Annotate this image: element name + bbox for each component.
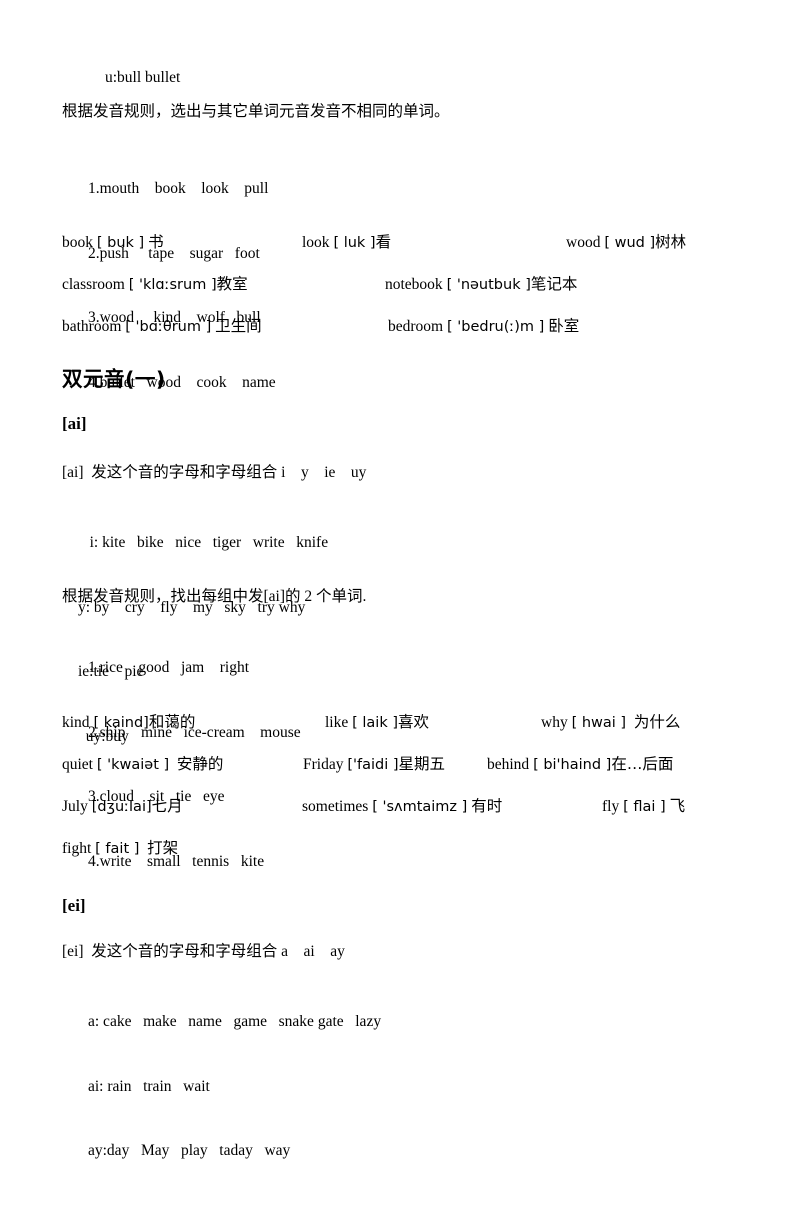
vocab-gloss: 为什么 xyxy=(633,713,681,731)
vocab-entry: kind [ kaind]和蔼的 xyxy=(62,710,195,732)
vocab-gloss: 书 xyxy=(148,233,164,251)
vocab-gloss: 在…后面 xyxy=(611,755,674,773)
vocab-word: bathroom xyxy=(62,318,122,335)
vocab-gloss: 飞 xyxy=(669,797,686,815)
vocab-gloss: 喜欢 xyxy=(398,713,430,731)
vocab-ipa: [ 'bɑːθrum ] xyxy=(125,319,212,335)
letter-example-line: i: kite bike nice tiger write knife xyxy=(78,534,329,551)
vocab-word: Friday xyxy=(303,756,344,773)
vocab-entry: July [dʒuːlai]七月 xyxy=(62,794,183,816)
vocab-ipa: [ 'bedru(ː)m ] xyxy=(446,319,545,335)
vocab-ipa: [ hwai ] xyxy=(571,715,627,731)
vocab-word: behind xyxy=(487,756,530,773)
vocab-ipa: ['faidi ] xyxy=(347,757,399,773)
heading-ai: [ai] xyxy=(62,414,87,433)
vocab-ipa: [ fait ] xyxy=(95,841,140,857)
vocab-entry: quiet [ 'kwaiət ] 安静的 xyxy=(62,752,223,774)
vocab-gloss: 卫生间 xyxy=(215,317,262,335)
vocab-word: look xyxy=(302,234,330,251)
section-title-diphthong: 双元音(一) xyxy=(62,367,166,391)
vocab-gloss: 树林 xyxy=(655,233,687,251)
vocab-entry: wood [ wud ]树林 xyxy=(566,230,686,252)
vocab-ipa: [ 'kwaiət ] xyxy=(96,757,170,773)
vocab-gloss: 打架 xyxy=(147,839,179,857)
vocab-word: wood xyxy=(566,234,601,251)
vocab-ipa: [ laik ] xyxy=(352,715,398,731)
vocab-ipa: [ buk ] xyxy=(96,235,145,251)
letter-example-line: ay:day May play taday way xyxy=(88,1142,291,1159)
vocab-entry: fly [ flai ] 飞 xyxy=(602,794,685,816)
vocab-entry: like [ laik ]喜欢 xyxy=(325,710,429,732)
vocab-ipa: [ 'sʌmtaimz ] xyxy=(372,799,468,815)
vocab-word: kind xyxy=(62,714,90,731)
vocab-gloss: 笔记本 xyxy=(530,275,578,293)
vocab-entry: notebook [ 'nəutbuk ]笔记本 xyxy=(385,272,577,294)
vocab-gloss: 星期五 xyxy=(398,755,446,773)
vocab-word: July xyxy=(62,798,88,815)
vocab-ipa: [ bi'haind ] xyxy=(533,757,612,773)
vocab-entry: Friday ['faidi ]星期五 xyxy=(303,752,445,774)
vocab-gloss: 卧室 xyxy=(548,317,580,335)
vocab-word: book xyxy=(62,234,93,251)
rule-intro-ai: [ai] 发这个音的字母和字母组合 i y ie uy xyxy=(62,464,367,481)
vocab-word: fly xyxy=(602,798,620,815)
vocab-word: classroom xyxy=(62,276,125,293)
vocab-ipa: [ flai ] xyxy=(623,799,666,815)
vocab-ipa: [ wud ] xyxy=(604,235,656,251)
vocab-ipa: [ 'klɑːsrum ] xyxy=(128,277,217,293)
vocab-ipa: [ 'nəutbuk ] xyxy=(446,277,531,293)
vocab-ipa: [ kaind] xyxy=(93,715,149,731)
worksheet-page: u:bull bullet 根据发音规则，选出与其它单词元音发音不相同的单词。 … xyxy=(0,0,794,1159)
instruction-top: 根据发音规则，选出与其它单词元音发音不相同的单词。 xyxy=(62,102,450,120)
vocab-gloss: 教室 xyxy=(216,275,248,293)
vocab-gloss: 七月 xyxy=(151,797,183,815)
vocab-entry: behind [ bi'haind ]在…后面 xyxy=(487,752,673,774)
exercise-instruction-ai: 根据发音规则，找出每组中发[ai]的 2 个单词. xyxy=(62,588,367,605)
vocab-word: why xyxy=(541,714,568,731)
vocab-ipa: [ luk ] xyxy=(333,235,376,251)
vocab-ipa: [dʒuːlai] xyxy=(91,799,152,815)
question-item: 1.mouth book look pull xyxy=(88,180,269,197)
vocab-gloss: 看 xyxy=(375,233,392,251)
letter-example-line: ai: rain train wait xyxy=(88,1077,210,1095)
vocab-word: quiet xyxy=(62,756,93,773)
vocab-gloss: 安静的 xyxy=(176,755,224,773)
vocab-entry: why [ hwai ] 为什么 xyxy=(541,710,680,732)
vocab-entry: bathroom [ 'bɑːθrum ] 卫生间 xyxy=(62,314,262,336)
vocab-word: fight xyxy=(62,840,92,857)
vocab-word: sometimes xyxy=(302,798,369,815)
rule-intro-ei: [ei] 发这个音的字母和字母组合 a ai ay xyxy=(62,943,345,960)
vocab-word: like xyxy=(325,714,349,731)
heading-ei: [ei] xyxy=(62,896,86,915)
vocab-word: notebook xyxy=(385,276,443,293)
vocab-entry: classroom [ 'klɑːsrum ]教室 xyxy=(62,272,248,294)
vocab-entry: fight [ fait ] 打架 xyxy=(62,836,178,858)
letter-example-line: a: cake make name game snake gate lazy xyxy=(88,1013,382,1030)
vocab-word: bedroom xyxy=(388,318,444,335)
vocab-entry: book [ buk ] 书 xyxy=(62,230,164,252)
vocab-entry: sometimes [ 'sʌmtaimz ] 有时 xyxy=(302,794,502,816)
vocab-gloss: 有时 xyxy=(471,797,503,815)
rule-line-u-bull: u:bull bullet xyxy=(105,69,181,86)
vocab-entry: look [ luk ]看 xyxy=(302,230,391,252)
letter-examples-ei: a: cake make name game snake gate lazy a… xyxy=(88,968,381,1205)
vocab-gloss: 和蔼的 xyxy=(148,713,196,731)
vocab-entry: bedroom [ 'bedru(ː)m ] 卧室 xyxy=(388,314,579,336)
question-item: 1.rice good jam right xyxy=(88,659,249,676)
